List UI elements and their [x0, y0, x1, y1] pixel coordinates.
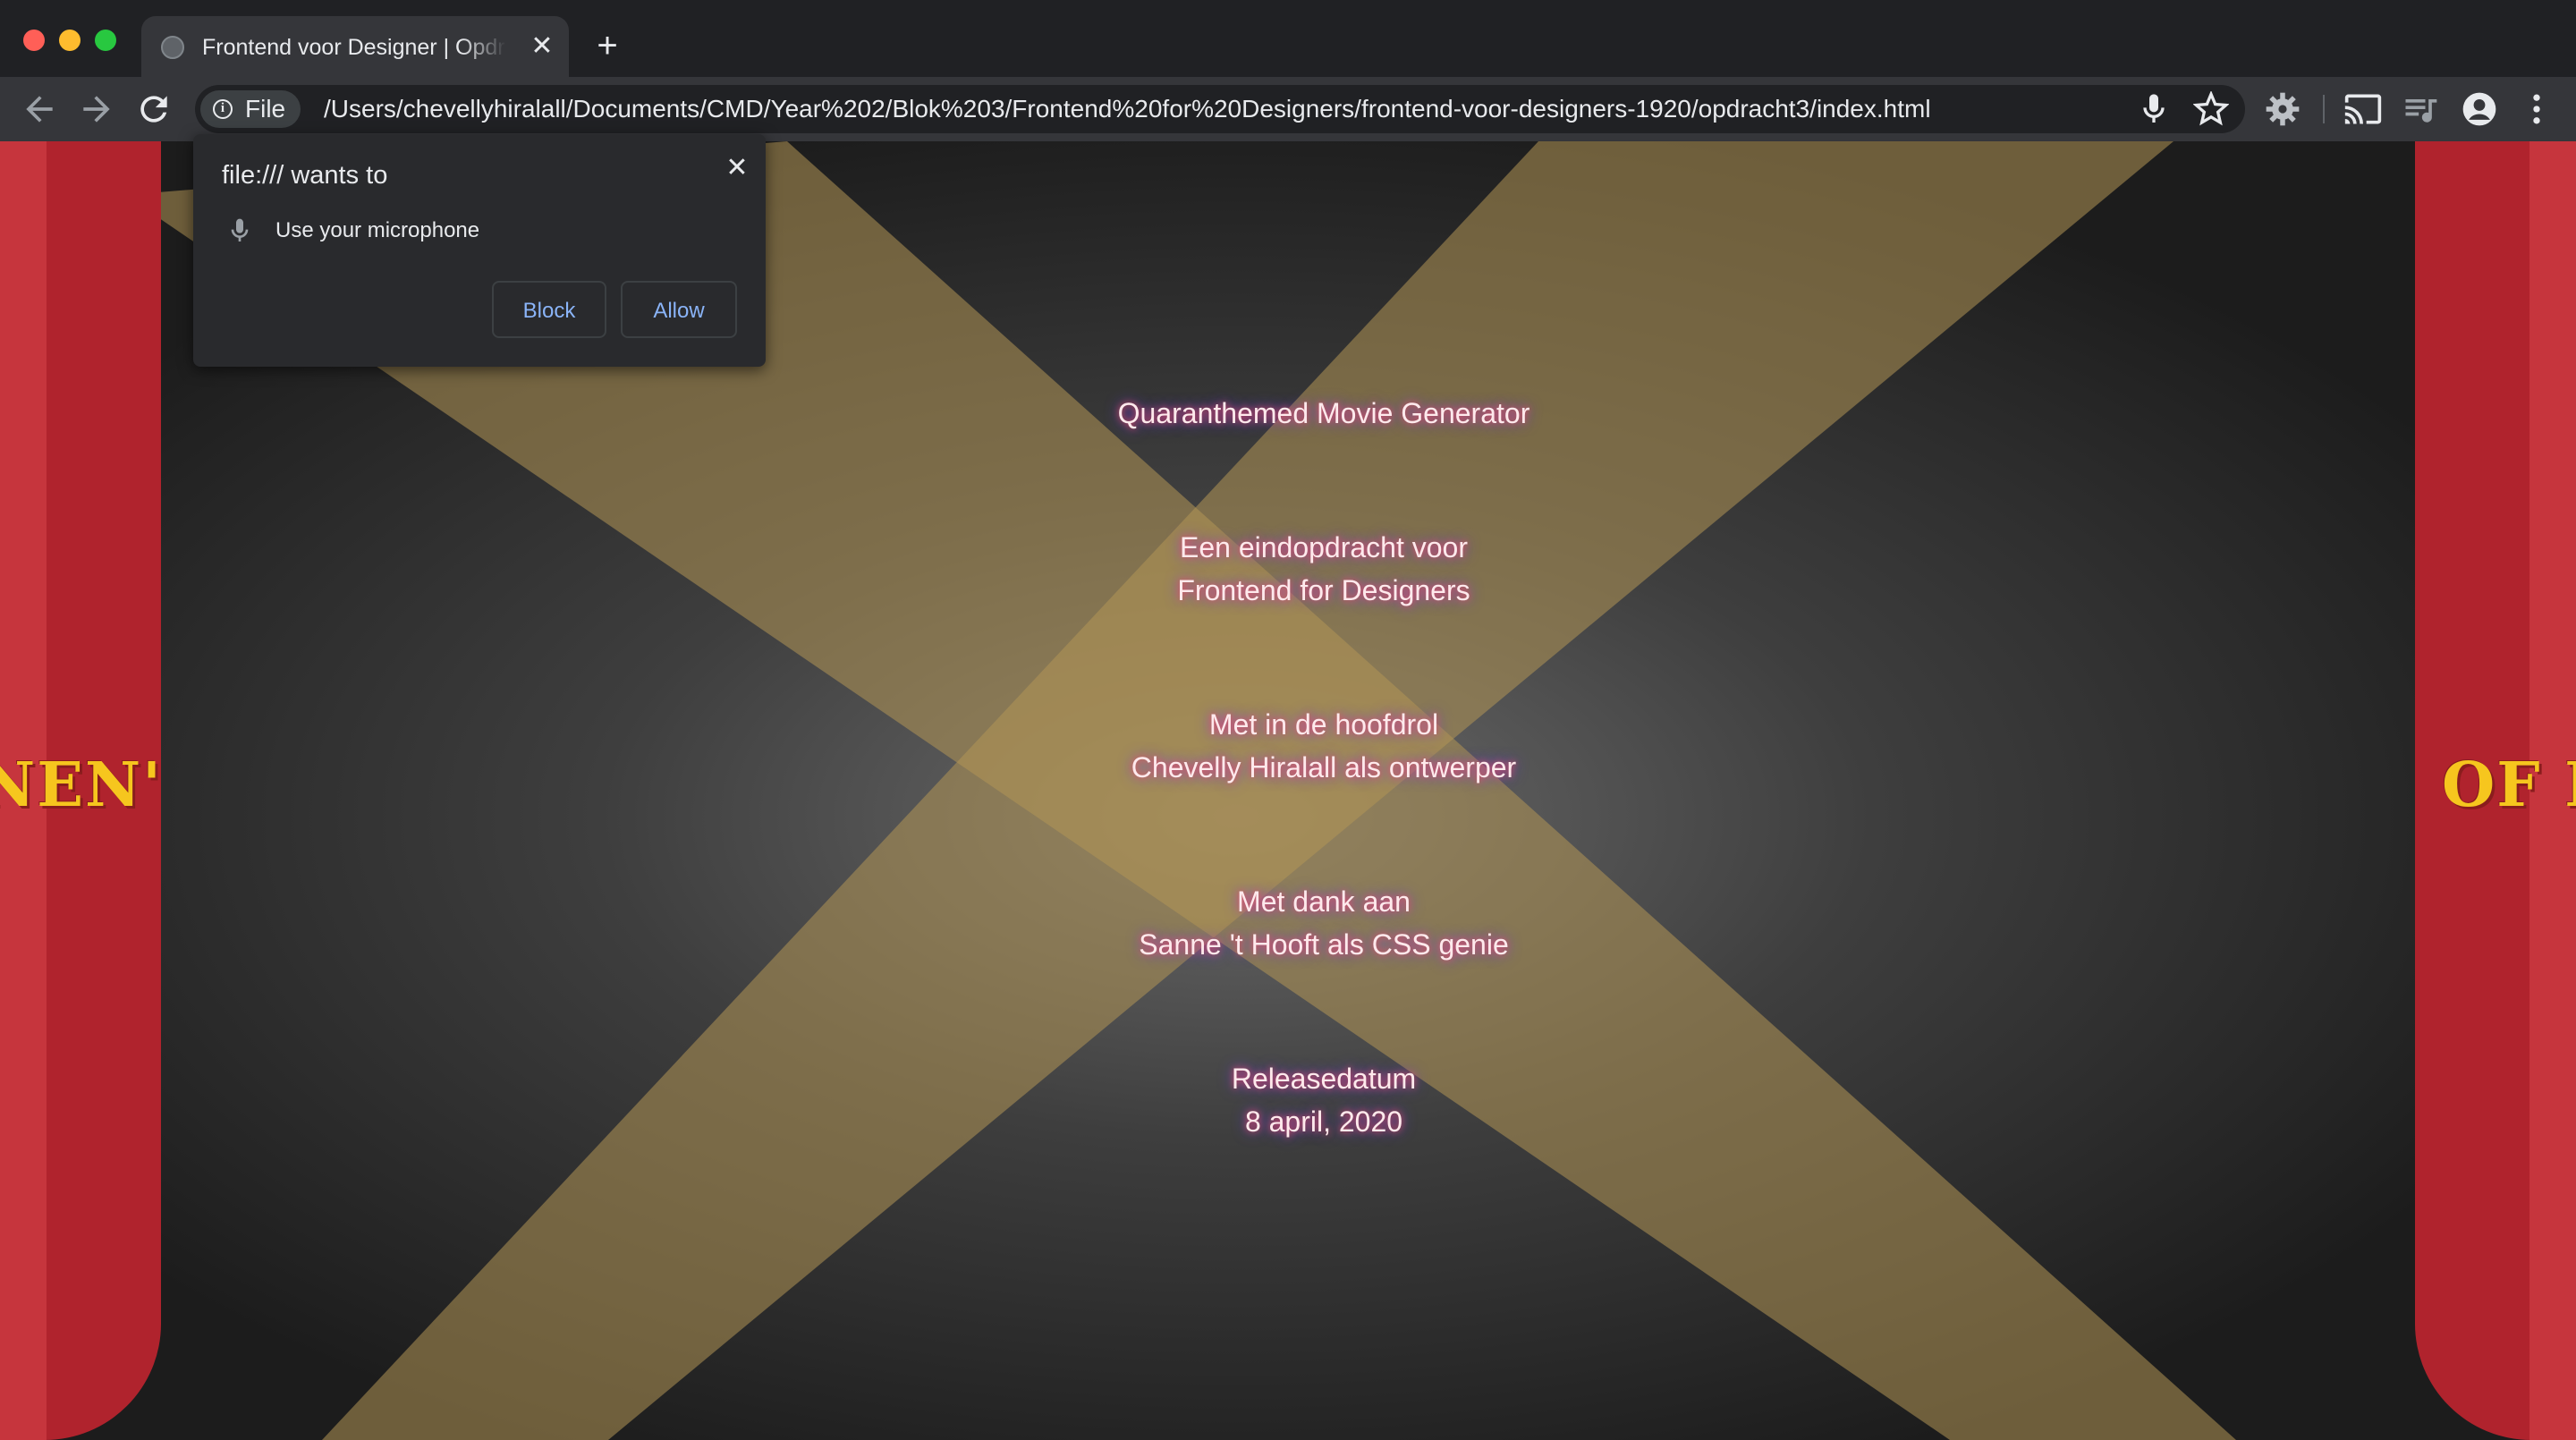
back-arrow-icon[interactable]	[20, 89, 59, 129]
credit-line: Met in de hoofdrol	[1208, 708, 1439, 741]
globe-icon	[161, 36, 184, 59]
tab-strip: Frontend voor Designer | Opdracht 3 ✕ +	[0, 0, 2576, 77]
window-close-button[interactable]	[23, 30, 45, 51]
credit-line: Chevelly Hiralall als ontwerper	[1131, 751, 1517, 784]
star-icon[interactable]	[2193, 91, 2229, 127]
cast-icon[interactable]	[2343, 89, 2383, 129]
url-text[interactable]: /Users/chevellyhiralall/Documents/CMD/Ye…	[324, 85, 1931, 133]
site-info-chip[interactable]: i File	[200, 90, 301, 128]
microphone-icon[interactable]	[2136, 91, 2172, 127]
window-minimize-button[interactable]	[59, 30, 80, 51]
forward-arrow-icon[interactable]	[77, 89, 116, 129]
reload-icon[interactable]	[134, 89, 174, 129]
new-tab-button[interactable]: +	[587, 25, 628, 66]
account-icon[interactable]	[2460, 89, 2499, 129]
info-icon: i	[213, 99, 233, 119]
credit-line: 8 april, 2020	[1244, 1105, 1403, 1138]
credit-line: Quaranthemed Movie Generator	[1117, 397, 1530, 429]
block-button[interactable]: Block	[492, 281, 606, 338]
credits: Quaranthemed Movie Generator Een eindopd…	[966, 392, 1682, 1234]
site-info-label: File	[245, 95, 286, 123]
microphone-permission-popup: file:/// wants to ✕ Use your microphone …	[193, 134, 766, 367]
credit-line: Sanne 't Hooft als CSS genie	[1139, 928, 1509, 961]
toolbar-divider	[2323, 95, 2325, 123]
more-menu-icon[interactable]	[2517, 89, 2556, 129]
credit-line: Met dank aan	[1237, 885, 1411, 918]
curtain-left-title: NEN'	[0, 750, 161, 821]
allow-button[interactable]: Allow	[621, 281, 737, 338]
extension-gear-icon[interactable]	[2263, 89, 2302, 129]
tab-title: Frontend voor Designer | Opdracht 3	[202, 35, 506, 60]
credit-starring: Met in de hoofdrol Chevelly Hiralall als…	[966, 703, 1682, 789]
credit-title: Quaranthemed Movie Generator	[966, 392, 1682, 435]
media-queue-icon[interactable]	[2401, 89, 2440, 129]
window-maximize-button[interactable]	[95, 30, 116, 51]
credit-line: Een eindopdracht voor	[1180, 531, 1468, 563]
credit-release: Releasedatum 8 april, 2020	[966, 1057, 1682, 1143]
permission-text: Use your microphone	[275, 218, 480, 242]
curtain-right: OF F	[2415, 141, 2576, 1440]
browser-toolbar: i File /Users/chevellyhiralall/Documents…	[0, 77, 2576, 141]
tab-close-icon[interactable]: ✕	[524, 29, 560, 64]
microphone-icon	[231, 218, 249, 241]
popup-title: file:/// wants to	[222, 161, 388, 190]
curtain-right-title: OF F	[2442, 750, 2576, 821]
credit-assignment: Een eindopdracht voor Frontend for Desig…	[966, 526, 1682, 612]
close-icon[interactable]: ✕	[719, 150, 755, 186]
browser-tab-active[interactable]: Frontend voor Designer | Opdracht 3 ✕	[141, 16, 569, 77]
credit-line: Releasedatum	[1231, 1063, 1417, 1095]
curtain-left: NEN'	[0, 141, 161, 1440]
address-bar[interactable]: i File /Users/chevellyhiralall/Documents…	[195, 85, 2245, 133]
credit-thanks: Met dank aan Sanne 't Hooft als CSS geni…	[966, 880, 1682, 966]
credit-line: Frontend for Designers	[1177, 574, 1470, 606]
